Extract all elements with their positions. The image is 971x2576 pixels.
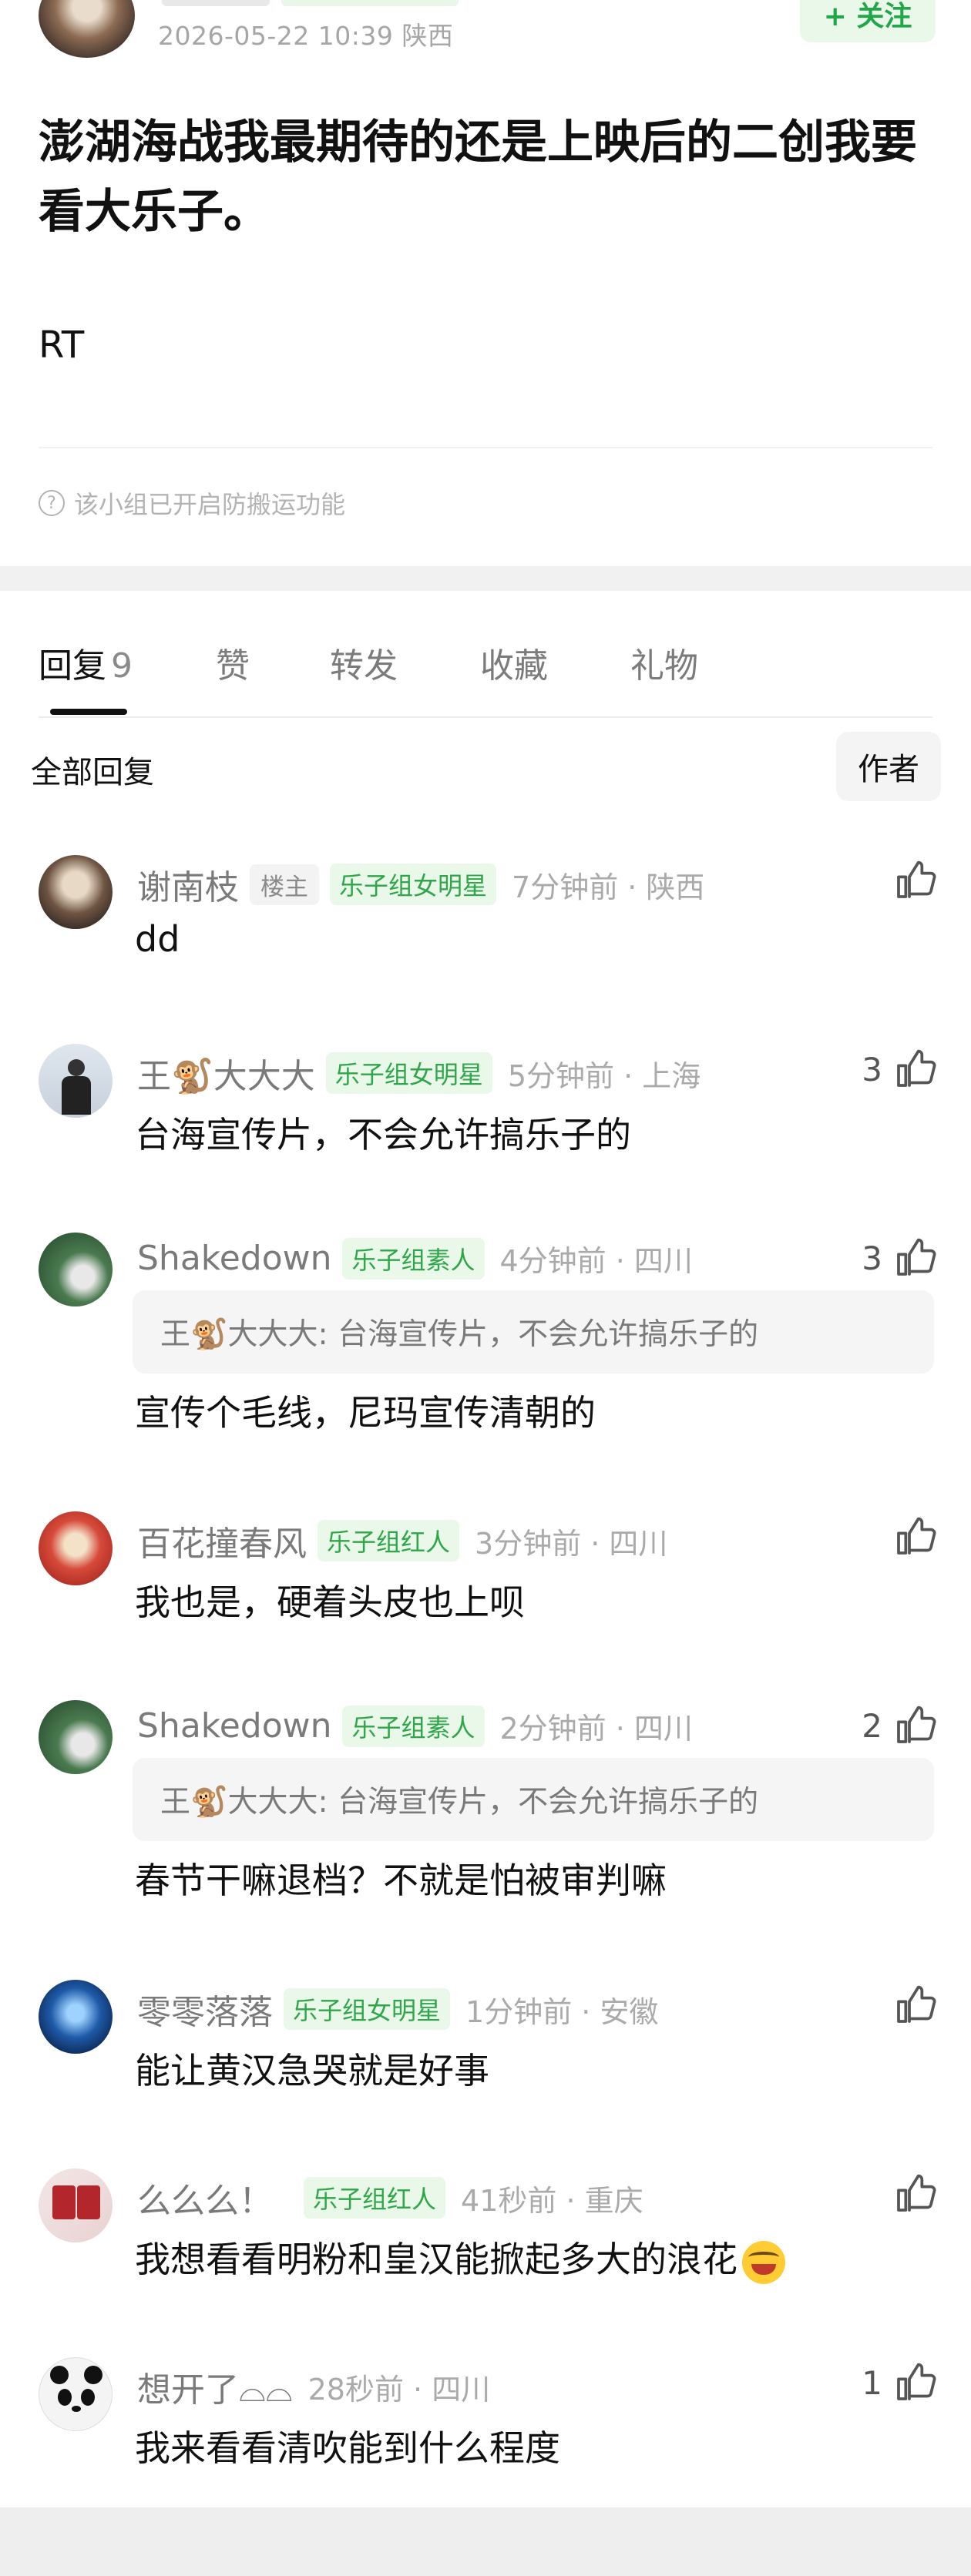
comment-time: 1分钟前 · 安徽 <box>465 1994 659 2029</box>
commenter-name[interactable]: 想开了⌓⌓ <box>137 2362 293 2411</box>
avatar[interactable] <box>39 1511 113 1585</box>
comment-time: 5分钟前 · 上海 <box>507 1058 701 1093</box>
op-tag: 楼主 <box>250 864 319 905</box>
laughing-crying-emoji-icon <box>742 2240 785 2284</box>
active-tab-indicator <box>50 709 127 715</box>
commenter-name[interactable]: 谢南枝 <box>137 860 239 909</box>
avatar[interactable] <box>39 2168 113 2242</box>
avatar[interactable] <box>39 1700 113 1774</box>
op-badge-placeholder <box>281 0 459 6</box>
question-icon: ? <box>39 490 65 516</box>
tab-reposts[interactable]: 转发 <box>330 638 398 687</box>
comment-text: 我想看看明粉和皇汉能掀起多大的浪花 <box>135 2232 785 2284</box>
tab-replies-label: 回复 <box>39 646 106 686</box>
section-separator <box>0 566 971 591</box>
comment-text: 我也是，硬着头皮也上呗 <box>135 1581 525 1623</box>
avatar[interactable] <box>39 855 113 929</box>
avatar[interactable] <box>39 2357 113 2431</box>
comment-time: 7分钟前 · 陕西 <box>512 870 705 904</box>
tab-favorites[interactable]: 收藏 <box>480 638 548 687</box>
comment-time: 2分钟前 · 四川 <box>499 1712 693 1746</box>
comment-text: dd <box>135 918 180 960</box>
commenter-name[interactable]: 百花撞春风 <box>137 1516 307 1565</box>
like-count: 2 <box>862 1706 882 1745</box>
avatar[interactable] <box>39 1044 113 1118</box>
like-count: 1 <box>862 2363 882 2402</box>
commenter-name[interactable]: Shakedown <box>137 1239 331 1278</box>
thumbs-up-icon[interactable] <box>893 2361 936 2404</box>
thumbs-up-icon[interactable] <box>893 859 936 902</box>
anti-copy-text: 该小组已开启防搬运功能 <box>74 490 346 519</box>
op-avatar[interactable] <box>39 0 135 58</box>
anti-copy-notice: ? 该小组已开启防搬运功能 <box>39 485 345 521</box>
member-badge: 乐子组女明星 <box>284 1988 451 2030</box>
member-badge: 乐子组红人 <box>304 2177 446 2219</box>
comment-time: 28秒前 · 四川 <box>307 2372 491 2407</box>
like-count: 3 <box>862 1239 882 1277</box>
comment-text: 我来看看清吹能到什么程度 <box>135 2427 560 2469</box>
comment-text: 春节干嘛退档？不就是怕被审判嘛 <box>135 1860 667 1901</box>
bottom-separator <box>0 2507 971 2576</box>
tab-replies-count: 9 <box>111 646 133 686</box>
comment-text: 台海宣传片，不会允许搞乐子的 <box>135 1114 631 1156</box>
quoted-reply[interactable]: 王🐒大大大: 台海宣传片，不会允许搞乐子的 <box>133 1290 934 1374</box>
comment-time: 4分钟前 · 四川 <box>499 1244 693 1278</box>
thumbs-up-icon[interactable] <box>893 1704 936 1747</box>
author-only-button[interactable]: 作者 <box>836 732 941 801</box>
avatar[interactable] <box>39 1980 113 2054</box>
follow-button[interactable]: + 关注 <box>800 0 936 42</box>
member-badge: 乐子组女明星 <box>330 864 497 905</box>
commenter-name[interactable]: 王🐒大大大 <box>137 1048 315 1098</box>
post-title: 澎湖海战我最期待的还是上映后的二创我要看大乐子。 <box>39 116 917 239</box>
member-badge: 乐子组红人 <box>318 1520 460 1561</box>
op-name-placeholder <box>162 0 270 6</box>
thumbs-up-icon[interactable] <box>893 2172 936 2215</box>
thumbs-up-icon[interactable] <box>893 1236 936 1280</box>
commenter-name[interactable]: 零零落落 <box>137 1984 273 2034</box>
post-meta: 2026-05-22 10:39 陕西 <box>158 21 454 51</box>
commenter-name[interactable]: 么么么！ <box>137 2173 273 2222</box>
comment-text-content: 我想看看明粉和皇汉能掀起多大的浪花 <box>135 2239 737 2280</box>
divider <box>39 716 932 718</box>
thumbs-up-icon[interactable] <box>893 1048 936 1091</box>
comment-text: 宣传个毛线，尼玛宣传清朝的 <box>135 1392 596 1434</box>
member-badge: 乐子组女明星 <box>325 1052 492 1094</box>
comment-time: 3分钟前 · 四川 <box>475 1526 668 1561</box>
divider <box>39 447 932 448</box>
all-replies-filter[interactable]: 全部回复 <box>31 747 154 792</box>
comment-time: 41秒前 · 重庆 <box>461 2183 643 2218</box>
tab-replies[interactable]: 回复 9 <box>39 638 133 687</box>
tab-gifts[interactable]: 礼物 <box>630 638 698 687</box>
tab-likes[interactable]: 赞 <box>216 638 250 687</box>
comment-text: 能让黄汉急哭就是好事 <box>135 2050 489 2091</box>
commenter-name[interactable]: Shakedown <box>137 1706 331 1746</box>
thumbs-up-icon[interactable] <box>893 1515 936 1558</box>
like-count: 3 <box>862 1050 882 1088</box>
thumbs-up-icon[interactable] <box>893 1984 936 2027</box>
member-badge: 乐子组素人 <box>342 1237 485 1280</box>
quoted-reply[interactable]: 王🐒大大大: 台海宣传片，不会允许搞乐子的 <box>133 1758 934 1841</box>
member-badge: 乐子组素人 <box>342 1705 485 1747</box>
avatar[interactable] <box>39 1233 113 1306</box>
post-body: RT <box>39 324 85 367</box>
